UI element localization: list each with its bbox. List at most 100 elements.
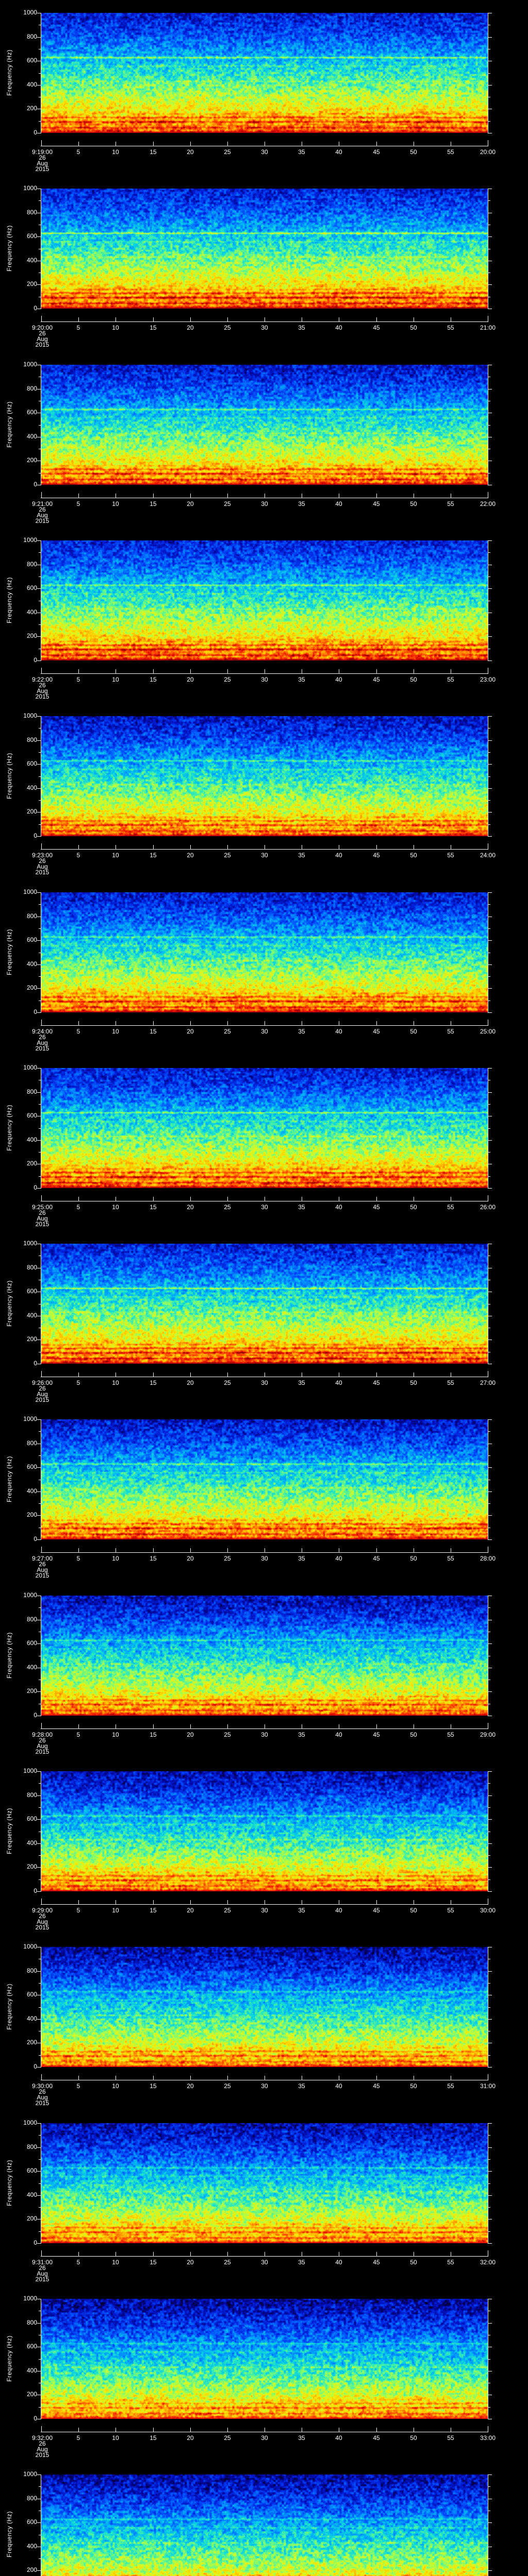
x-tick-label: 25 xyxy=(224,2082,231,2090)
y-tick-label: 400 xyxy=(26,2367,37,2374)
y-tick-label: 800 xyxy=(26,385,37,392)
y-tick-label: 800 xyxy=(26,736,37,743)
x-tick-label: 30 xyxy=(261,324,268,331)
x-tick-label: 20 xyxy=(187,852,194,859)
x-tick-label: 45 xyxy=(373,852,380,859)
y-tick-label: 800 xyxy=(26,2319,37,2326)
y-tick-label: 0 xyxy=(34,2063,37,2070)
x-axis-end-tick xyxy=(41,492,42,498)
y-axis-major-tick xyxy=(37,1188,41,1189)
x-tick-label: 20 xyxy=(187,1028,194,1035)
spectrogram-image xyxy=(41,2123,488,2243)
spectrogram-image xyxy=(41,1419,488,1539)
x-axis-line xyxy=(41,321,488,322)
y-tick-label: 0 xyxy=(34,1535,37,1543)
y-tick-label: 1000 xyxy=(23,2295,37,2302)
y-axis-minor-tick xyxy=(39,624,41,625)
x-tick-label: 35 xyxy=(298,1731,305,1738)
y-axis-major-tick xyxy=(488,836,492,837)
x-tick-label: 50 xyxy=(410,1028,417,1035)
x-tick-label: 15 xyxy=(150,676,157,683)
y-tick-label: 600 xyxy=(26,1463,37,1470)
y-axis-minor-tick xyxy=(39,904,41,905)
y-axis-minor-tick xyxy=(39,976,41,977)
x-tick-label: 35 xyxy=(298,324,305,331)
y-tick-label: 0 xyxy=(34,656,37,664)
y-axis-major-tick xyxy=(488,2171,492,2172)
x-axis-end-tick xyxy=(41,316,42,321)
x-tick-label: 55 xyxy=(447,1379,454,1386)
x-tick-label: 20 xyxy=(187,500,194,507)
y-tick-label: 600 xyxy=(26,1287,37,1295)
x-axis-tick xyxy=(190,1372,191,1377)
y-axis-minor-tick xyxy=(488,976,490,977)
y-axis-major-tick xyxy=(488,2570,492,2571)
x-tick-label: 5 xyxy=(76,1555,80,1562)
x-tick-label: 40 xyxy=(335,852,342,859)
x-tick-label: 5 xyxy=(76,2082,80,2090)
y-tick-label: 600 xyxy=(26,2518,37,2526)
x-tick-label: 20 xyxy=(187,2434,194,2442)
y-axis-minor-tick xyxy=(39,2359,41,2360)
spectrogram-panel: Frequency (Hz)02004006008001000510152025… xyxy=(0,1934,528,2110)
x-axis-end-tick xyxy=(41,1371,42,1377)
end-time-label: 29:00 xyxy=(480,1731,496,1738)
x-axis-tick xyxy=(153,1724,154,1728)
y-tick-label: 400 xyxy=(26,433,37,440)
x-axis-tick xyxy=(78,1372,79,1377)
x-tick-label: 35 xyxy=(298,852,305,859)
x-tick-label: 50 xyxy=(410,500,417,507)
x-tick-label: 20 xyxy=(187,324,194,331)
x-tick-label: 15 xyxy=(150,324,157,331)
end-time-label: 22:00 xyxy=(480,500,496,507)
y-axis-title: Frequency (Hz) xyxy=(6,753,13,799)
x-axis-end-tick xyxy=(41,668,42,673)
y-tick-label: 1000 xyxy=(23,1415,37,1422)
spectrogram-panel: Frequency (Hz)02004006008001000510152025… xyxy=(0,703,528,879)
x-axis-tick xyxy=(153,2076,154,2080)
y-tick-label: 0 xyxy=(34,1887,37,1894)
x-axis-line xyxy=(41,673,488,674)
x-axis-line xyxy=(41,1552,488,1553)
y-axis-major-tick xyxy=(488,1971,492,1972)
x-axis-tick xyxy=(190,1021,191,1025)
x-tick-label: 20 xyxy=(187,1555,194,1562)
x-tick-label: 30 xyxy=(261,1555,268,1562)
x-tick-label: 25 xyxy=(224,1555,231,1562)
y-axis-major-tick xyxy=(488,1092,492,1093)
x-tick-label: 5 xyxy=(76,500,80,507)
end-time-label: 28:00 xyxy=(480,1555,496,1562)
x-axis-tick xyxy=(153,1021,154,1025)
x-tick-label: 55 xyxy=(447,2259,454,2266)
x-tick-label: 55 xyxy=(447,2082,454,2090)
spectrogram-panel: Frequency (Hz)02004006008001000510152025… xyxy=(0,2462,528,2576)
y-axis-major-tick xyxy=(37,1467,41,1468)
spectrogram-panel: Frequency (Hz)02004006008001000510152025… xyxy=(0,2286,528,2462)
x-tick-label: 35 xyxy=(298,500,305,507)
spectrogram-image xyxy=(41,1244,488,1364)
end-time-label: 31:00 xyxy=(480,2082,496,2090)
spectrogram-image xyxy=(41,1771,488,1891)
x-tick-label: 40 xyxy=(335,1907,342,1914)
x-axis-tick xyxy=(190,845,191,849)
y-axis-major-tick xyxy=(488,892,492,893)
date-label: 2015 xyxy=(35,869,50,876)
y-axis-minor-tick xyxy=(488,904,490,905)
x-tick-label: 5 xyxy=(76,324,80,331)
x-tick-label: 25 xyxy=(224,1028,231,1035)
y-tick-label: 400 xyxy=(26,784,37,791)
x-tick-label: 5 xyxy=(76,852,80,859)
date-label: 2015 xyxy=(35,2276,50,2283)
y-axis-minor-tick xyxy=(488,2407,490,2408)
end-time-label: 27:00 xyxy=(480,1379,496,1386)
x-tick-label: 30 xyxy=(261,148,268,156)
y-axis-major-tick xyxy=(488,2522,492,2523)
x-tick-label: 25 xyxy=(224,500,231,507)
y-axis-major-tick xyxy=(488,1691,492,1692)
y-axis-major-tick xyxy=(37,2243,41,2244)
y-axis-major-tick xyxy=(37,1771,41,1772)
y-axis-major-tick xyxy=(37,1140,41,1141)
end-time-label: 21:00 xyxy=(480,324,496,331)
y-axis-minor-tick xyxy=(488,121,490,122)
x-tick-label: 15 xyxy=(150,500,157,507)
